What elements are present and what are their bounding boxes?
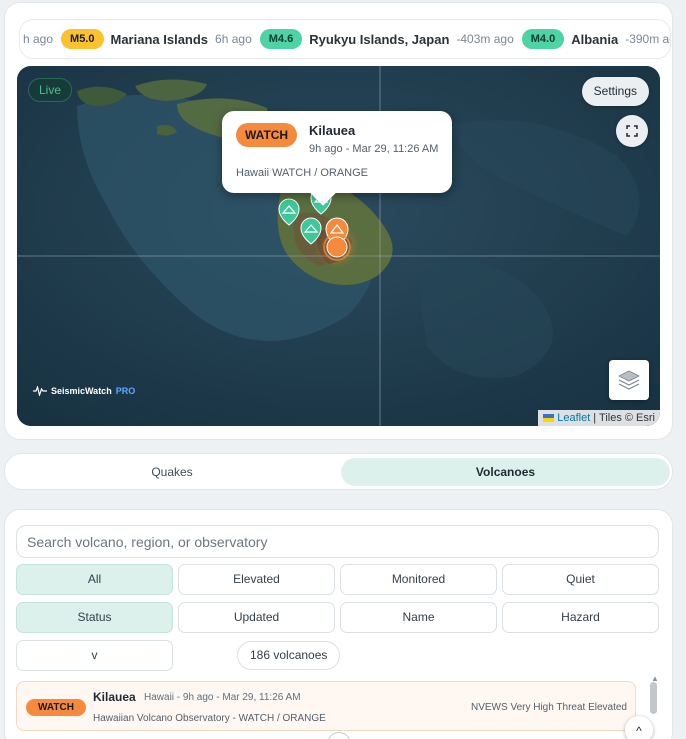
magnitude-badge: M4.6 <box>259 29 303 49</box>
volcano-count: 186 volcanoes <box>237 641 341 670</box>
filter-quiet[interactable]: Quiet <box>502 564 659 595</box>
seismograph-icon <box>33 386 47 396</box>
status-badge: WATCH <box>236 123 298 147</box>
sort-updated[interactable]: Updated <box>178 602 335 633</box>
filter-monitored[interactable]: Monitored <box>340 564 497 595</box>
search-input[interactable] <box>16 525 659 558</box>
filter-elevated[interactable]: Elevated <box>178 564 335 595</box>
sort-hazard[interactable]: Hazard <box>502 602 659 633</box>
ticker-place: Mariana Islands <box>110 31 209 47</box>
logo-text: SeismicWatch <box>51 386 112 396</box>
volcano-observatory: Hawaiian Volcano Observatory - WATCH / O… <box>93 713 326 724</box>
ticker-place: Albania <box>571 31 619 47</box>
ticker-item[interactable]: M4.6 Ryukyu Islands, Japan -403m ago <box>259 29 514 49</box>
scroll-to-top-button[interactable]: ^ <box>625 716 653 739</box>
logo-pro: PRO <box>115 386 136 396</box>
sort-status[interactable]: Status <box>16 602 173 633</box>
volcano-threat: NVEWS Very High Threat Elevated <box>471 702 627 713</box>
ticker-item[interactable]: M5.0 Mariana Islands 6h ago <box>61 29 252 49</box>
volcano-popup: WATCH Kilauea 9h ago - Mar 29, 11:26 AM … <box>222 111 452 193</box>
ticker-ago: -390m ago <box>625 32 670 46</box>
magnitude-badge: M5.0 <box>61 29 104 49</box>
ticker-ago: h ago <box>23 32 54 46</box>
map-card: h ago M5.0 Mariana Islands 6h ago M4.6 R… <box>4 2 673 440</box>
ticker-ago: -403m ago <box>456 32 514 46</box>
tab-quakes[interactable]: Quakes <box>7 458 337 486</box>
volcano-map[interactable]: Live Settings WATCH Kilauea 9h ago - Mar… <box>17 66 660 426</box>
scrollbar-thumb[interactable] <box>650 682 657 714</box>
fullscreen-icon <box>626 125 638 137</box>
sort-order-toggle[interactable]: v <box>16 640 173 671</box>
ticker-item[interactable]: M4.0 Albania -390m ago <box>521 29 670 49</box>
popup-time: 9h ago - Mar 29, 11:26 AM <box>309 143 439 155</box>
layers-icon <box>618 370 640 390</box>
quake-ticker[interactable]: h ago M5.0 Mariana Islands 6h ago M4.6 R… <box>19 19 671 59</box>
layers-button[interactable] <box>609 360 649 400</box>
sort-name[interactable]: Name <box>340 602 497 633</box>
app-logo: SeismicWatch PRO <box>33 386 135 396</box>
ticker-ago: 6h ago <box>215 32 252 46</box>
popup-volcano-name: Kilauea <box>309 123 356 138</box>
leaflet-link[interactable]: Leaflet <box>557 412 590 424</box>
volcano-meta: Hawaii - 9h ago - Mar 29, 11:26 AM <box>144 692 301 703</box>
popup-subtitle: Hawaii WATCH / ORANGE <box>236 167 369 179</box>
status-badge: WATCH <box>26 699 86 716</box>
ticker-place: Ryukyu Islands, Japan <box>309 31 450 47</box>
ticker-item[interactable]: h ago <box>23 32 53 46</box>
magnitude-badge: M4.0 <box>521 29 565 49</box>
live-badge: Live <box>28 78 73 102</box>
tab-bar: Quakes Volcanoes <box>4 453 673 490</box>
volcano-list-card: All Elevated Monitored Quiet Status Upda… <box>4 509 673 739</box>
list-item[interactable]: WATCH Kilauea Hawaii - 9h ago - Mar 29, … <box>16 681 636 731</box>
tab-volcanoes[interactable]: Volcanoes <box>341 458 670 486</box>
filter-all[interactable]: All <box>16 564 173 595</box>
map-attribution: Leaflet | Tiles © Esri <box>538 410 660 426</box>
fullscreen-button[interactable] <box>616 115 648 147</box>
ukraine-flag-icon <box>543 414 555 422</box>
tiles-attribution: | Tiles © Esri <box>593 412 655 424</box>
kilauea-marker[interactable] <box>326 236 348 258</box>
settings-button[interactable]: Settings <box>581 77 649 106</box>
volcano-name: Kilauea <box>93 690 136 704</box>
load-more-button[interactable]: + <box>327 732 351 739</box>
